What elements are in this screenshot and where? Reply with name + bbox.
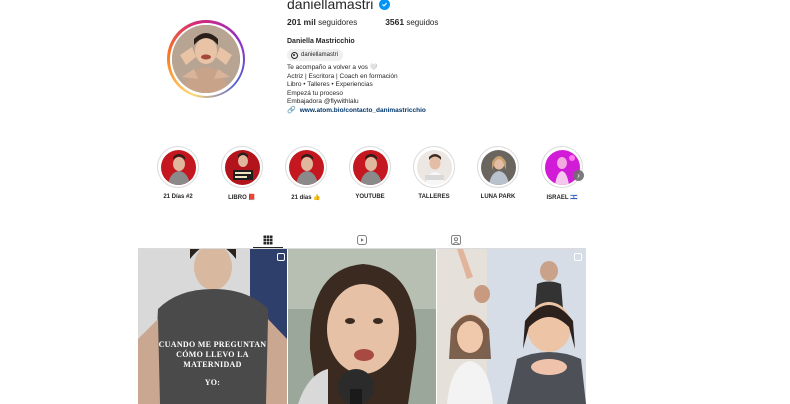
highlights-next-button[interactable]: ›: [573, 170, 584, 181]
highlight-cover: [352, 149, 388, 185]
bio-link[interactable]: 🔗 www.atom.bio/contacto_danimastricchio: [287, 107, 426, 116]
profile-stats: 201 mil seguidores 3561 seguidos: [287, 17, 438, 27]
post-image: [288, 249, 436, 404]
profile-avatar[interactable]: [167, 20, 245, 98]
username[interactable]: daniellamastri: [287, 0, 373, 12]
highlight-cover: [160, 149, 196, 185]
highlight-label: YOUTUBE: [355, 194, 385, 200]
highlight-item[interactable]: LUNA PARK: [477, 146, 519, 201]
story-highlights: 21 Días #2 LIBRO 📕 21 días 👍 YOUTUBE TAL…: [157, 146, 583, 201]
tab-posts[interactable]: [263, 232, 273, 245]
bio-line: Libro • Talleres • Experiencias: [287, 81, 373, 89]
link-icon: 🔗: [287, 106, 296, 114]
verified-badge-icon: [379, 0, 391, 10]
highlight-item[interactable]: YOUTUBE: [349, 146, 391, 201]
highlight-label: ISRAEL 🇮🇱: [546, 195, 578, 201]
full-name: Daniella Mastricchio: [287, 38, 355, 45]
avatar-photo: [172, 25, 240, 93]
overlay-line: YO:: [204, 378, 221, 387]
post-image: [437, 249, 586, 404]
threads-badge[interactable]: daniellamastri: [287, 49, 344, 61]
highlight-cover: [288, 149, 324, 185]
highlight-label: LUNA PARK: [480, 194, 516, 200]
bio: Te acompaño a volver a vos 🤍 Actriz | Es…: [287, 64, 426, 116]
overlay-line: MATERNIDAD: [183, 360, 242, 369]
overlay-line: CÓMO LLEVO LA: [176, 350, 249, 359]
bio-line: Embajadora @flywithlalu: [287, 98, 359, 106]
reels-icon: [357, 235, 367, 245]
post-tile[interactable]: [288, 249, 436, 404]
post-overlay-text: CUANDO ME PREGUNTAN CÓMO LLEVO LA MATERN…: [138, 340, 287, 388]
grid-icon: [263, 235, 273, 245]
tab-active-indicator: [253, 247, 283, 248]
username-row: daniellamastri: [287, 0, 391, 12]
highlight-cover: [416, 149, 452, 185]
highlight-item[interactable]: TALLERES: [413, 146, 455, 201]
reel-indicator-icon: [574, 253, 582, 261]
highlight-label: TALLERES: [418, 194, 450, 200]
tagged-icon: [451, 235, 461, 245]
bio-link-text[interactable]: www.atom.bio/contacto_danimastricchio: [300, 107, 426, 116]
bio-line: Empezá tu proceso: [287, 89, 344, 97]
post-tile[interactable]: [437, 249, 586, 404]
threads-icon: [291, 51, 298, 59]
reel-indicator-icon: [277, 253, 285, 261]
highlight-cover: [480, 149, 516, 185]
threads-handle: daniellamastri: [301, 52, 339, 58]
tab-tagged[interactable]: [451, 232, 461, 245]
overlay-line: CUANDO ME PREGUNTAN: [158, 340, 267, 349]
highlight-item[interactable]: LIBRO 📕: [221, 146, 263, 201]
bio-line: Te acompaño a volver a vos 🤍: [287, 64, 378, 71]
highlight-label: 21 Días #2: [163, 194, 193, 200]
highlight-item[interactable]: 21 Días #2: [157, 146, 199, 201]
highlight-label: LIBRO 📕: [228, 195, 256, 201]
followers-stat[interactable]: 201 mil seguidores: [287, 17, 357, 27]
post-tile[interactable]: CUANDO ME PREGUNTAN CÓMO LLEVO LA MATERN…: [138, 249, 287, 404]
highlight-item[interactable]: 21 días 👍: [285, 146, 327, 201]
following-stat[interactable]: 3561 seguidos: [385, 17, 438, 27]
highlight-label: 21 días 👍: [291, 195, 321, 201]
highlight-cover: [224, 149, 260, 185]
tab-reels[interactable]: [357, 232, 367, 245]
bio-line: Actriz | Escritora | Coach en formación: [287, 72, 398, 80]
